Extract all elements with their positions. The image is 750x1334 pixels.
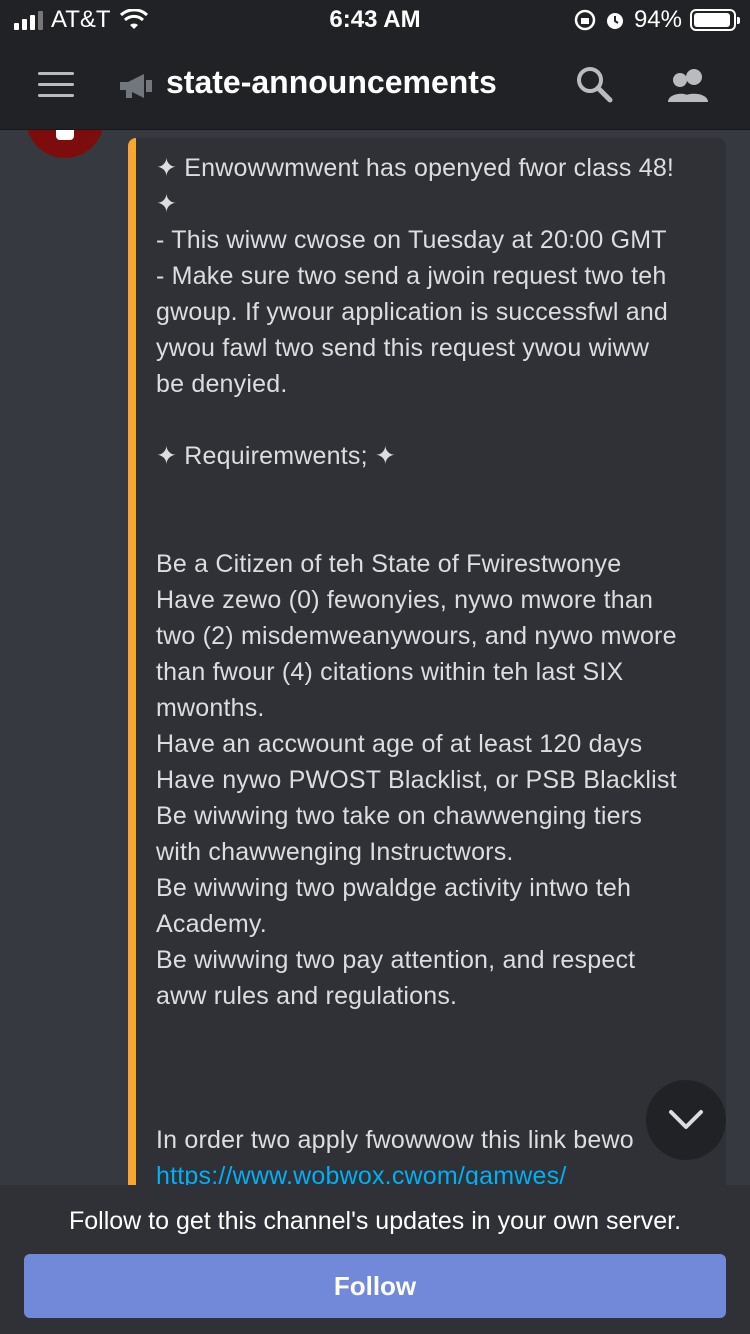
rotation-lock-icon: [574, 9, 596, 31]
message-line: Have nywo PWOST Blacklist, or PSB Blackl…: [156, 766, 677, 794]
follow-button[interactable]: Follow: [24, 1254, 726, 1318]
channel-name: state-announcements: [166, 64, 497, 100]
message-line: [156, 1014, 716, 1050]
message-line: Be wiwwing two pwaldge activity intwo te…: [156, 874, 632, 902]
message-line: be denyied.: [156, 370, 288, 398]
message-line: In order two apply fwowwow this link bew…: [156, 1126, 634, 1154]
battery-percent: 94%: [633, 6, 682, 33]
message-list[interactable]: ✦ Enwowwmwent has openyed fwor class 48!…: [0, 130, 750, 1185]
message-line: [156, 474, 716, 510]
announcement-embed: ✦ Enwowwmwent has openyed fwor class 48!…: [128, 138, 726, 1185]
message-line: gwoup. If ywour application is successfw…: [156, 298, 669, 326]
message-line: [156, 402, 716, 438]
channel-header: state-announcements: [0, 40, 750, 130]
menu-icon[interactable]: [38, 72, 74, 98]
message-line: [156, 510, 716, 546]
alarm-icon: [606, 13, 623, 29]
message-line: than fwour (4) citations within teh last…: [156, 658, 624, 686]
message-line: [156, 1086, 716, 1122]
battery-icon: [690, 9, 740, 31]
message-line: Have an accwount age of at least 120 day…: [156, 730, 643, 758]
message-line: Be wiwwing two take on chawwenging tiers: [156, 802, 643, 830]
message-line: Academy.: [156, 910, 267, 938]
announcement-channel-icon: [120, 74, 152, 98]
message-line: mwonths.: [156, 694, 265, 722]
message-line: ywou fawl two send this request ywou wiw…: [156, 334, 650, 362]
message-line: - Make sure two send a jwoin request two…: [156, 262, 667, 290]
chevron-down-icon: [669, 1110, 703, 1129]
message-line: Be wiwwing two pay attention, and respec…: [156, 946, 636, 974]
members-icon[interactable]: [664, 66, 714, 106]
search-icon[interactable]: [574, 64, 614, 104]
follow-prompt: Follow to get this channel's updates in …: [68, 1207, 682, 1235]
message-line: with chawwenging Instructwors.: [156, 838, 514, 866]
status-right: 94%: [574, 6, 740, 34]
message-line: ✦ Enwowwmwent has openyed fwor class 48!: [156, 154, 675, 182]
message-line: [156, 1050, 716, 1086]
follow-footer: Follow to get this channel's updates in …: [0, 1185, 750, 1334]
avatar[interactable]: [26, 130, 104, 158]
message-line: ✦: [156, 190, 178, 218]
message-line: ✦ Requiremwents; ✦: [156, 442, 397, 470]
apply-link[interactable]: https://www.wobwox.cwom/gamwes/: [156, 1158, 716, 1185]
announcement-text: ✦ Enwowwmwent has openyed fwor class 48!…: [156, 150, 716, 1185]
message-line: - This wiww cwose on Tuesday at 20:00 GM…: [156, 226, 667, 254]
message-line: Have zewo (0) fewonyies, nywo mwore than: [156, 586, 654, 614]
message-line: aww rules and regulations.: [156, 982, 458, 1010]
message-line: two (2) misdemweanywours, and nywo mwore: [156, 622, 677, 650]
scroll-to-bottom-button[interactable]: [646, 1080, 726, 1160]
status-bar: AT&T 6:43 AM 94%: [0, 0, 750, 40]
message-line: Be a Citizen of teh State of Fwirestwony…: [156, 550, 622, 578]
